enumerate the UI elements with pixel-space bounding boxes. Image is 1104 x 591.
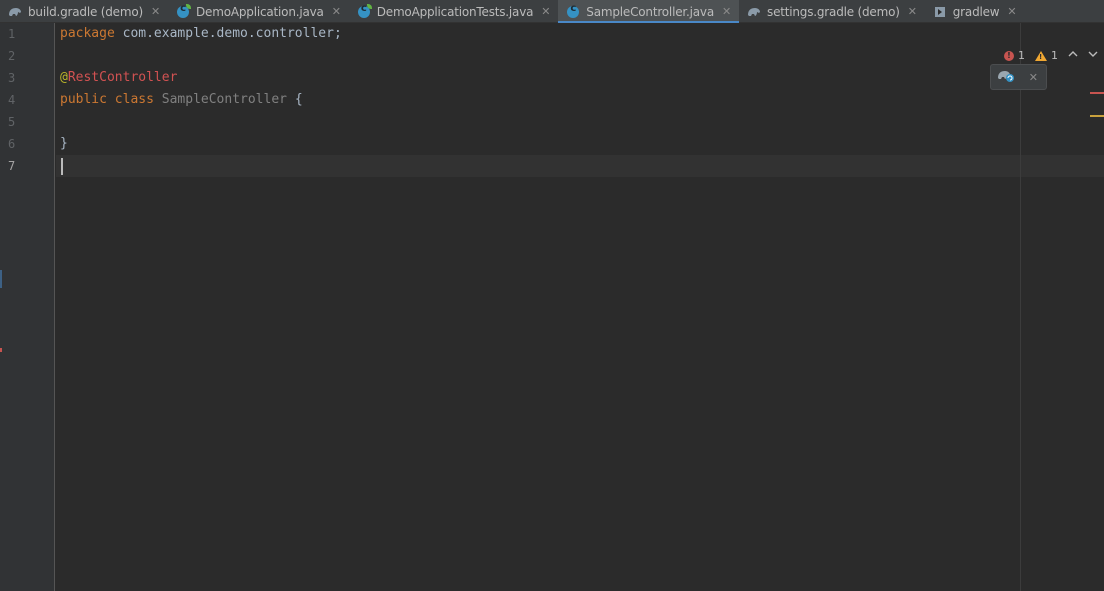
line-number: 3 <box>8 71 16 85</box>
keyword-class: class <box>114 92 154 107</box>
keyword-package: package <box>60 26 115 41</box>
warning-count[interactable]: ! 1 <box>1035 49 1058 62</box>
tab-label: build.gradle (demo) <box>28 4 143 19</box>
right-margin-guide <box>1020 23 1021 591</box>
tab-demo-application[interactable]: DemoApplication.java ✕ <box>168 0 349 23</box>
tab-settings-gradle[interactable]: settings.gradle (demo) ✕ <box>739 0 925 23</box>
run-script-icon <box>933 5 947 19</box>
code-editor[interactable]: package com.example.demo.controller; @Re… <box>56 23 1104 591</box>
line-number: 6 <box>8 137 16 151</box>
line-number: 1 <box>8 27 16 41</box>
gradle-reload-popup: ✕ <box>990 64 1047 90</box>
tab-demo-application-tests[interactable]: DemoApplicationTests.java ✕ <box>349 0 559 23</box>
close-icon[interactable]: ✕ <box>332 6 341 17</box>
class-name: SampleController <box>161 92 287 107</box>
close-icon[interactable]: ✕ <box>541 6 550 17</box>
java-class-icon <box>566 3 580 19</box>
close-icon[interactable]: ✕ <box>1007 6 1016 17</box>
editor-tab-bar: build.gradle (demo) ✕ DemoApplication.ja… <box>0 0 1104 24</box>
error-stripe-mark[interactable] <box>1090 92 1104 94</box>
gradle-reload-icon[interactable] <box>997 67 1015 87</box>
tab-label: DemoApplication.java <box>196 4 324 19</box>
tab-sample-controller[interactable]: SampleController.java ✕ <box>558 0 740 24</box>
side-panel-marker <box>0 348 2 352</box>
java-class-icon <box>357 3 372 19</box>
annotation-at: @ <box>60 70 68 85</box>
close-icon[interactable]: ✕ <box>722 6 731 17</box>
open-brace: { <box>294 92 303 107</box>
close-icon[interactable]: ✕ <box>908 6 917 17</box>
previous-highlight-chevron-up-icon[interactable] <box>1068 50 1078 61</box>
close-icon[interactable]: ✕ <box>151 6 160 17</box>
current-line-highlight <box>56 155 1104 177</box>
code-line-4[interactable]: public class SampleController { <box>60 89 303 111</box>
close-icon[interactable]: ✕ <box>1029 71 1038 84</box>
next-highlight-chevron-down-icon[interactable] <box>1088 50 1098 61</box>
tab-label: settings.gradle (demo) <box>767 4 900 19</box>
package-name: com.example.demo.controller; <box>114 26 342 41</box>
code-line-6[interactable]: } <box>60 133 68 155</box>
line-number: 4 <box>8 93 16 107</box>
tab-build-gradle[interactable]: build.gradle (demo) ✕ <box>0 0 168 23</box>
keyword-public: public <box>60 92 107 107</box>
warning-icon: ! <box>1035 50 1047 61</box>
gradle-elephant-icon <box>747 5 761 19</box>
code-line-3[interactable]: @RestController <box>60 67 177 89</box>
line-number-gutter[interactable]: 1 2 3 4 5 6 7 <box>0 23 55 591</box>
tab-label: DemoApplicationTests.java <box>376 4 534 19</box>
annotation-name: RestController <box>67 70 178 85</box>
error-icon: ! <box>1004 50 1014 61</box>
code-line-1[interactable]: package com.example.demo.controller; <box>60 23 342 45</box>
text-caret <box>61 158 63 175</box>
tab-label: gradlew <box>952 4 1000 19</box>
line-number: 5 <box>8 115 16 129</box>
tab-label: SampleController.java <box>586 4 714 19</box>
line-number: 2 <box>8 49 16 63</box>
java-class-icon <box>176 3 192 19</box>
error-count[interactable]: ! 1 <box>1004 49 1025 62</box>
tab-gradlew[interactable]: gradlew ✕ <box>925 0 1025 23</box>
side-panel-marker <box>0 270 2 288</box>
line-number-current: 7 <box>8 159 16 173</box>
warning-stripe-mark[interactable] <box>1090 115 1104 117</box>
inspection-widget[interactable]: ! 1 ! 1 <box>1004 49 1098 62</box>
close-brace: } <box>60 136 68 151</box>
gradle-elephant-icon <box>8 5 22 19</box>
